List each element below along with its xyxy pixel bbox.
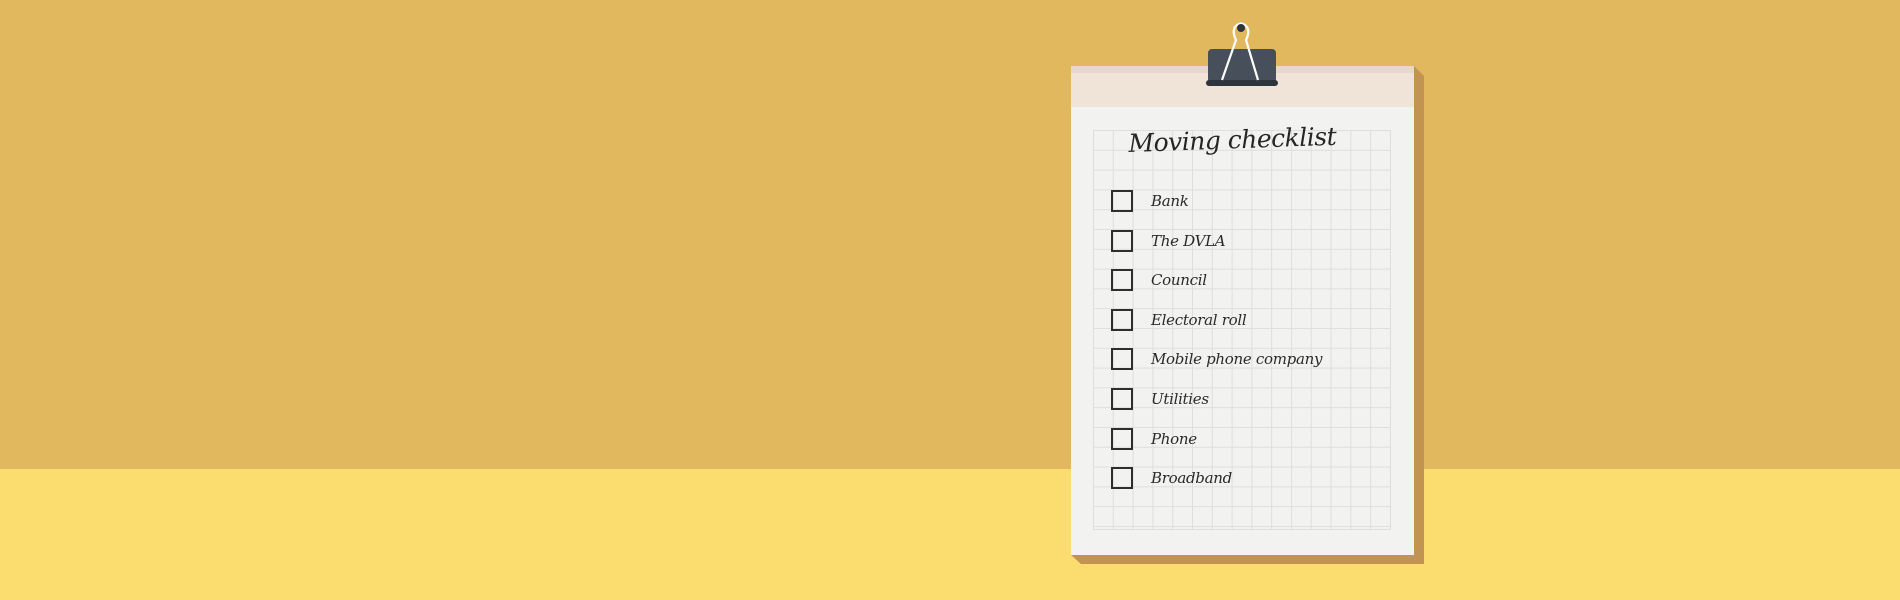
checkbox[interactable] [1111, 269, 1133, 292]
checkbox[interactable] [1111, 229, 1133, 252]
checklist-item-label: Bank [1151, 192, 1189, 210]
checkbox[interactable] [1111, 467, 1133, 490]
binder-clip-rivet [1237, 24, 1245, 32]
checklist-item-label: Council [1151, 271, 1207, 290]
checkbox[interactable] [1111, 388, 1133, 410]
checkbox[interactable] [1111, 348, 1133, 371]
checkbox[interactable] [1111, 190, 1133, 212]
checklist-item-label: The DVLA [1151, 231, 1226, 250]
binder-clip-bar [1206, 80, 1278, 86]
checklist-item-label: Utilities [1151, 390, 1209, 408]
checkbox[interactable] [1111, 308, 1133, 331]
binder-clip-icon [1206, 22, 1278, 86]
checklist-item-label: Broadband [1151, 469, 1232, 488]
checkbox[interactable] [1111, 427, 1133, 450]
checklist-item-label: Electoral roll [1151, 310, 1247, 329]
checklist-item-label: Phone [1151, 429, 1197, 448]
binder-clip-body [1208, 49, 1276, 83]
clipboard-shadow [1071, 66, 1424, 564]
checklist-item-label: Mobile phone company [1151, 350, 1323, 369]
